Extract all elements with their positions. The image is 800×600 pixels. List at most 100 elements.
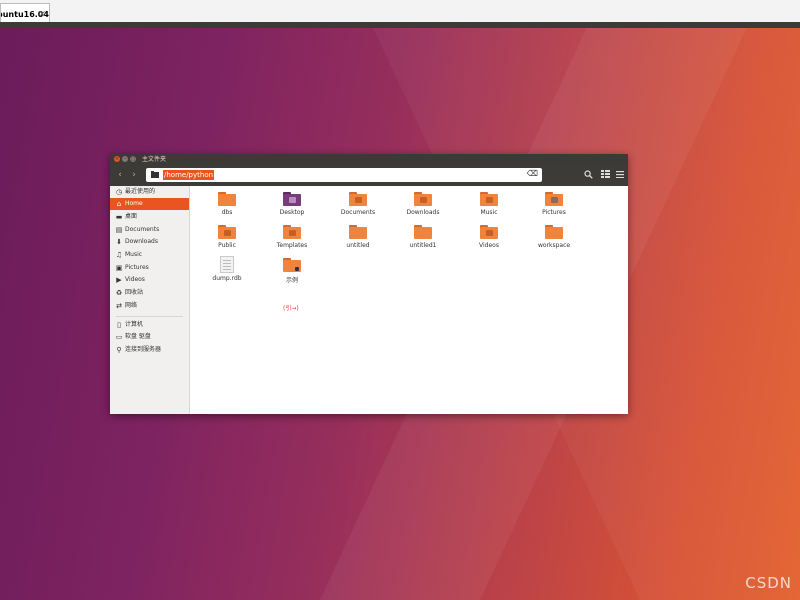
- folder-item[interactable]: workspace: [527, 223, 581, 251]
- file-label: 示例: [285, 277, 298, 284]
- downloads-folder-icon: [414, 192, 432, 206]
- videos-icon: ▶: [116, 276, 122, 284]
- trash-icon: ♻: [115, 289, 123, 297]
- sidebar-item-trash[interactable]: ♻ 回收站: [110, 287, 189, 299]
- folder-item[interactable]: untitled: [331, 223, 385, 251]
- file-label: Documents: [340, 209, 376, 216]
- file-label: Public: [218, 242, 236, 249]
- folder-item[interactable]: Templates: [265, 223, 319, 251]
- sidebar-item-label: Home: [125, 200, 143, 207]
- folder-item[interactable]: dbs: [200, 190, 254, 218]
- network-icon: ⇄: [116, 302, 122, 310]
- documents-icon: ▤: [115, 226, 123, 234]
- sidebar-item-label: 最近使用的: [125, 188, 156, 195]
- file-grid: dbs Desktop Documents Downloads Music Pi…: [190, 186, 628, 414]
- sidebar-item-home[interactable]: ⌂ Home: [110, 198, 189, 210]
- music-icon: ♫: [115, 251, 123, 259]
- file-label: Pictures: [542, 209, 566, 216]
- sidebar-item-label: 桌面: [125, 213, 138, 220]
- file-label: Templates: [276, 242, 308, 249]
- folder-item[interactable]: Public: [200, 223, 254, 251]
- recent-icon: ◷: [115, 188, 123, 196]
- sidebar-item-documents[interactable]: ▤ Documents: [110, 224, 189, 236]
- search-icon[interactable]: [582, 170, 594, 181]
- file-label: untitled: [346, 242, 370, 249]
- location-bar[interactable]: /home/python ⌫: [146, 168, 542, 182]
- desktop-folder-icon: [283, 192, 301, 206]
- sidebar-item-label: 计算机: [125, 321, 144, 328]
- folder-item[interactable]: 示例: [265, 256, 319, 284]
- vm-tab-bar: buntu16.04 ✕: [0, 0, 800, 29]
- folder-icon: [349, 225, 367, 239]
- file-label: Downloads: [406, 209, 440, 216]
- title-bar: × – □ 主文件夹: [110, 154, 628, 165]
- sidebar-item-videos[interactable]: ▶ Videos: [110, 274, 189, 286]
- list-view-icon[interactable]: [599, 170, 611, 181]
- folder-item[interactable]: Music: [462, 190, 516, 218]
- window-maximize-button[interactable]: □: [130, 156, 136, 162]
- videos-folder-icon: [480, 225, 498, 239]
- pictures-icon: ▣: [115, 264, 123, 272]
- sidebar-item-connect-server[interactable]: ⚲ 连接到服务器: [110, 344, 189, 356]
- sidebar-item-label: Music: [125, 251, 143, 258]
- forward-button[interactable]: ›: [128, 169, 140, 182]
- sidebar-item-label: Documents: [125, 226, 160, 233]
- pictures-folder-icon: [545, 192, 563, 206]
- sidebar-item-label: 回收站: [125, 289, 144, 296]
- sidebar-item-network[interactable]: ⇄ 网络: [110, 300, 189, 312]
- file-label: untitled1: [409, 242, 437, 249]
- clear-path-icon[interactable]: ⌫: [527, 169, 538, 178]
- sidebar: ◷ 最近使用的 ⌂ Home ▬ 桌面 ▤ Documents ⬇ Downlo…: [110, 186, 190, 414]
- folder-icon: [414, 225, 432, 239]
- folder-item[interactable]: untitled1: [396, 223, 450, 251]
- folder-icon: [218, 192, 236, 206]
- file-label: Music: [480, 209, 498, 216]
- back-button[interactable]: ‹: [114, 169, 126, 182]
- downloads-icon: ⬇: [116, 238, 122, 246]
- public-folder-icon: [218, 225, 236, 239]
- documents-folder-icon: [349, 192, 367, 206]
- folder-item[interactable]: Desktop: [265, 190, 319, 218]
- sidebar-item-label: 连接到服务器: [125, 346, 162, 353]
- templates-folder-icon: [283, 225, 301, 239]
- computer-icon: ▯: [117, 321, 121, 329]
- hamburger-menu-icon[interactable]: [614, 170, 626, 181]
- window-minimize-button[interactable]: –: [122, 156, 128, 162]
- sidebar-item-floppy[interactable]: ▭ 软盘 驱盘: [110, 331, 189, 343]
- folder-icon: [545, 225, 563, 239]
- sidebar-item-label: 网络: [125, 302, 138, 309]
- sidebar-item-pictures[interactable]: ▣ Pictures: [110, 262, 189, 274]
- folder-item[interactable]: Documents: [331, 190, 385, 218]
- server-icon: ⚲: [116, 346, 122, 354]
- sidebar-item-label: 软盘 驱盘: [125, 333, 151, 340]
- sidebar-item-computer[interactable]: ▯ 计算机: [110, 319, 189, 331]
- music-folder-icon: [480, 192, 498, 206]
- folder-icon: [151, 171, 159, 178]
- toolbar: ‹ › /home/python ⌫: [110, 165, 628, 186]
- sidebar-item-desktop[interactable]: ▬ 桌面: [110, 211, 189, 223]
- sidebar-item-label: Pictures: [125, 264, 149, 271]
- sidebar-item-music[interactable]: ♫ Music: [110, 249, 189, 261]
- sidebar-item-recent[interactable]: ◷ 最近使用的: [110, 186, 189, 198]
- floppy-icon: ▭: [115, 333, 123, 341]
- file-item[interactable]: dump.rdb: [200, 256, 254, 284]
- sidebar-item-downloads[interactable]: ⬇ Downloads: [110, 236, 189, 248]
- file-manager-window: × – □ 主文件夹 ‹ › /home/python ⌫ ◷ 最近使用的 ⌂ …: [110, 154, 628, 414]
- window-close-button[interactable]: ×: [114, 156, 120, 162]
- window-title: 主文件夹: [142, 156, 167, 163]
- sidebar-item-label: Downloads: [125, 238, 158, 245]
- folder-item[interactable]: Pictures: [527, 190, 581, 218]
- sidebar-divider: [116, 316, 183, 317]
- desktop-icon: ▬: [115, 213, 123, 221]
- file-label: dbs: [221, 209, 233, 216]
- location-input[interactable]: /home/python: [163, 170, 215, 180]
- file-label: dump.rdb: [212, 275, 242, 282]
- folder-item[interactable]: Videos: [462, 223, 516, 251]
- folder-item[interactable]: Downloads: [396, 190, 450, 218]
- red-annotation: (引→): [283, 305, 299, 312]
- sidebar-item-label: Videos: [125, 276, 145, 283]
- watermark: CSDN: [745, 574, 792, 592]
- file-label: workspace: [537, 242, 571, 249]
- file-label: Desktop: [279, 209, 305, 216]
- examples-folder-icon: [283, 258, 301, 272]
